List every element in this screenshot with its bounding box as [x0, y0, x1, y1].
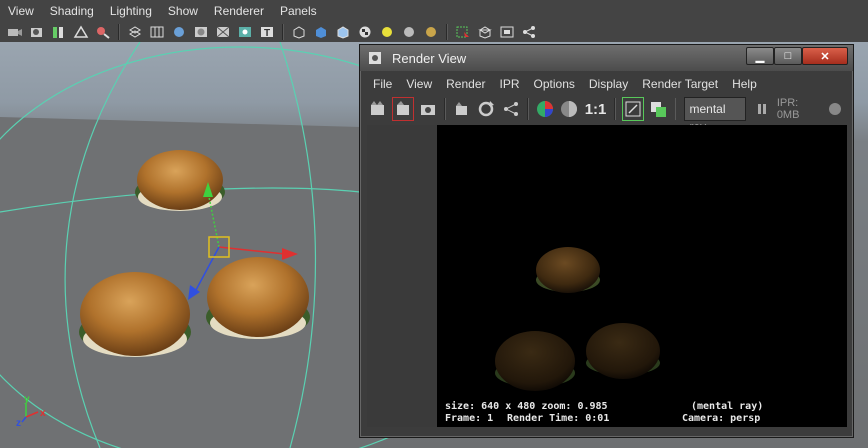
bookmark-icon[interactable]: [50, 24, 68, 40]
toolbar-separator: [282, 24, 284, 40]
toolbar-separator: [446, 24, 448, 40]
burger-large[interactable]: [79, 272, 191, 357]
light-all-icon[interactable]: [400, 24, 418, 40]
rv-menu-display[interactable]: Display: [582, 77, 635, 91]
axis-z-label: z: [16, 418, 21, 429]
snapshot-icon[interactable]: [418, 98, 438, 120]
burger-right[interactable]: [206, 257, 310, 339]
render-view-window: Render View ▁ □ ✕ File View Render IPR O…: [359, 44, 854, 438]
menu-lighting[interactable]: Lighting: [102, 0, 160, 22]
share-icon[interactable]: [520, 24, 538, 40]
rgb-channels-icon[interactable]: [535, 98, 555, 120]
pause-ipr-icon[interactable]: [752, 98, 772, 120]
rendered-burger-left: [495, 331, 575, 391]
frame-info: Frame: 1: [445, 413, 494, 424]
menu-shading[interactable]: Shading: [42, 0, 102, 22]
render-region-icon[interactable]: [392, 97, 415, 121]
smooth-shade-icon[interactable]: [170, 24, 188, 40]
wireframe-icon[interactable]: [126, 24, 144, 40]
axis-x-label: x: [40, 408, 46, 419]
shaded-icon[interactable]: [192, 24, 210, 40]
menu-show[interactable]: Show: [160, 0, 206, 22]
main-menu-bar: View Shading Lighting Show Renderer Pane…: [0, 0, 868, 22]
light-default-icon[interactable]: [378, 24, 396, 40]
render-view-titlebar[interactable]: Render View ▁ □ ✕: [360, 45, 853, 71]
rv-menu-ipr[interactable]: IPR: [493, 77, 527, 91]
cube-light-icon[interactable]: [334, 24, 352, 40]
isolate-select-icon[interactable]: [454, 24, 472, 40]
renderer-dropdown[interactable]: mental ray: [684, 97, 746, 134]
menu-renderer[interactable]: Renderer: [206, 0, 272, 22]
toolbar-separator: [526, 98, 529, 120]
minimize-icon: ▁: [755, 50, 765, 63]
rendered-burger-small: [536, 247, 600, 293]
rv-menu-render-target[interactable]: Render Target: [635, 77, 725, 91]
menu-panels[interactable]: Panels: [272, 0, 325, 22]
rv-menu-help[interactable]: Help: [725, 77, 764, 91]
render-size-info: size: 640 x 480 zoom: 0.985: [445, 401, 608, 412]
rv-menu-file[interactable]: File: [366, 77, 399, 91]
rv-menu-options[interactable]: Options: [527, 77, 582, 91]
grid-icon[interactable]: [148, 24, 166, 40]
render-image-canvas[interactable]: size: 640 x 480 zoom: 0.985 (mental ray)…: [437, 125, 847, 427]
toolbar-separator: [614, 98, 617, 120]
alpha-channel-icon[interactable]: [559, 98, 579, 120]
refresh-icon[interactable]: [476, 98, 496, 120]
render-view-menu: File View Render IPR Options Display Ren…: [366, 73, 764, 95]
minimize-button[interactable]: ▁: [746, 47, 774, 65]
render-time-info: Render Time: 0:01: [507, 413, 610, 424]
close-button[interactable]: ✕: [802, 47, 848, 65]
light-selected-icon[interactable]: [422, 24, 440, 40]
ipr-render-icon[interactable]: [452, 98, 472, 120]
maximize-button[interactable]: □: [774, 47, 802, 65]
camera-select-icon[interactable]: [6, 24, 24, 40]
toolbar-separator: [444, 98, 447, 120]
real-size-button[interactable]: 1:1: [585, 101, 607, 118]
camera-attributes-icon[interactable]: [28, 24, 46, 40]
render-view-app-icon: [366, 50, 384, 66]
ipr-memory-label: IPR: 0MB: [776, 97, 800, 121]
xray-icon[interactable]: [214, 24, 232, 40]
bounding-box-icon[interactable]: [476, 24, 494, 40]
render-side-strip: [367, 125, 437, 427]
panel-toolbar: T: [0, 22, 868, 42]
camera-tool-icon[interactable]: [94, 24, 112, 40]
svg-text:T: T: [264, 28, 270, 39]
axis-y-label: y: [24, 394, 30, 405]
render-view-title: Render View: [392, 50, 467, 66]
image-plane-icon[interactable]: [72, 24, 90, 40]
redo-render-icon[interactable]: [368, 98, 388, 120]
remove-image-icon[interactable]: [648, 98, 668, 120]
menu-view[interactable]: View: [0, 0, 42, 22]
rv-menu-view[interactable]: View: [399, 77, 439, 91]
close-icon: ✕: [820, 50, 830, 63]
frame-icon[interactable]: [498, 24, 516, 40]
ipr-status-icon: [825, 98, 845, 120]
rendered-burger-right: [586, 323, 660, 379]
rv-menu-render[interactable]: Render: [439, 77, 492, 91]
toolbar-separator: [118, 24, 120, 40]
cube-shaded-icon[interactable]: [312, 24, 330, 40]
rendered-image: [495, 247, 660, 391]
cube-wire-icon[interactable]: [290, 24, 308, 40]
maximize-icon: □: [784, 50, 792, 62]
renderer-info: (mental ray): [691, 401, 764, 412]
camera-info: Camera: persp: [682, 413, 761, 424]
toolbar-separator: [674, 98, 677, 120]
render-settings-icon[interactable]: [500, 98, 520, 120]
text-icon[interactable]: T: [258, 24, 276, 40]
texture-icon[interactable]: [236, 24, 254, 40]
keep-image-icon[interactable]: [622, 97, 645, 121]
render-view-toolbar: 1:1 mental ray IPR: 0MB: [366, 95, 847, 134]
checker-icon[interactable]: [356, 24, 374, 40]
